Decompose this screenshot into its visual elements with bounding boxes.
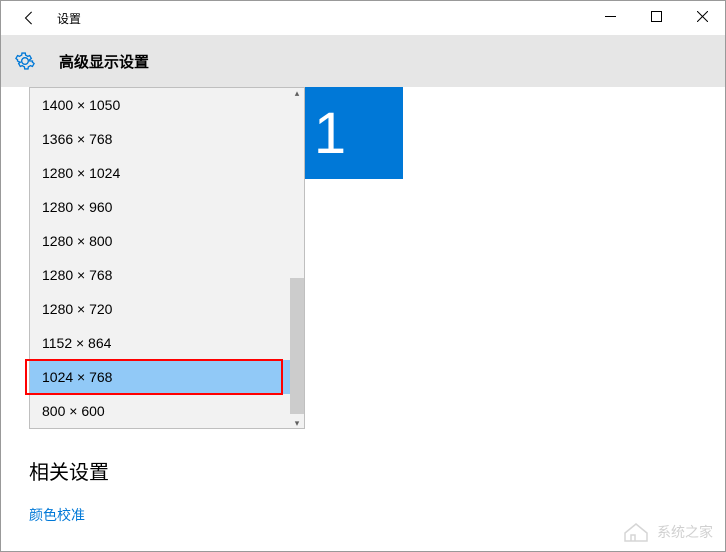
minimize-button[interactable]	[587, 1, 633, 31]
back-button[interactable]	[11, 3, 47, 33]
resolution-option[interactable]: 1280 × 800	[30, 224, 304, 258]
close-icon	[697, 11, 708, 22]
resolution-option[interactable]: 1280 × 720	[30, 292, 304, 326]
scroll-up-arrow[interactable]: ▴	[290, 88, 304, 98]
related-settings-section: 相关设置 颜色校准	[29, 456, 109, 525]
minimize-icon	[605, 11, 616, 22]
gear-icon	[15, 51, 35, 71]
resolution-option[interactable]: 1280 × 768	[30, 258, 304, 292]
house-icon	[621, 521, 651, 543]
window-title: 设置	[57, 10, 81, 27]
content-area: 1 1400 × 10501366 × 7681280 × 10241280 ×…	[1, 87, 725, 551]
resolution-option[interactable]: 1280 × 1024	[30, 156, 304, 190]
resolution-dropdown[interactable]: 1400 × 10501366 × 7681280 × 10241280 × 9…	[29, 87, 305, 429]
header-bar: 高级显示设置	[1, 35, 725, 87]
maximize-icon	[651, 11, 662, 22]
window-controls	[587, 1, 725, 31]
titlebar: 设置	[1, 1, 725, 35]
resolution-option[interactable]: 1280 × 960	[30, 190, 304, 224]
maximize-button[interactable]	[633, 1, 679, 31]
watermark-text: 系统之家	[657, 522, 713, 542]
monitor-id: 1	[314, 100, 346, 167]
resolution-option[interactable]: 1366 × 768	[30, 122, 304, 156]
dropdown-scrollbar[interactable]: ▴ ▾	[290, 88, 304, 428]
resolution-option[interactable]: 1152 × 864	[30, 326, 304, 360]
scroll-down-arrow[interactable]: ▾	[290, 418, 304, 428]
resolution-option[interactable]: 1400 × 1050	[30, 88, 304, 122]
related-heading: 相关设置	[29, 456, 109, 485]
page-heading: 高级显示设置	[59, 51, 149, 72]
color-calibration-link[interactable]: 颜色校准	[29, 505, 109, 525]
resolution-option[interactable]: 1024 × 768	[30, 360, 304, 394]
watermark: 系统之家	[621, 521, 713, 543]
dropdown-scrollbar-thumb[interactable]	[290, 278, 304, 414]
resolution-option[interactable]: 800 × 600	[30, 394, 304, 428]
arrow-left-icon	[22, 11, 36, 25]
close-button[interactable]	[679, 1, 725, 31]
